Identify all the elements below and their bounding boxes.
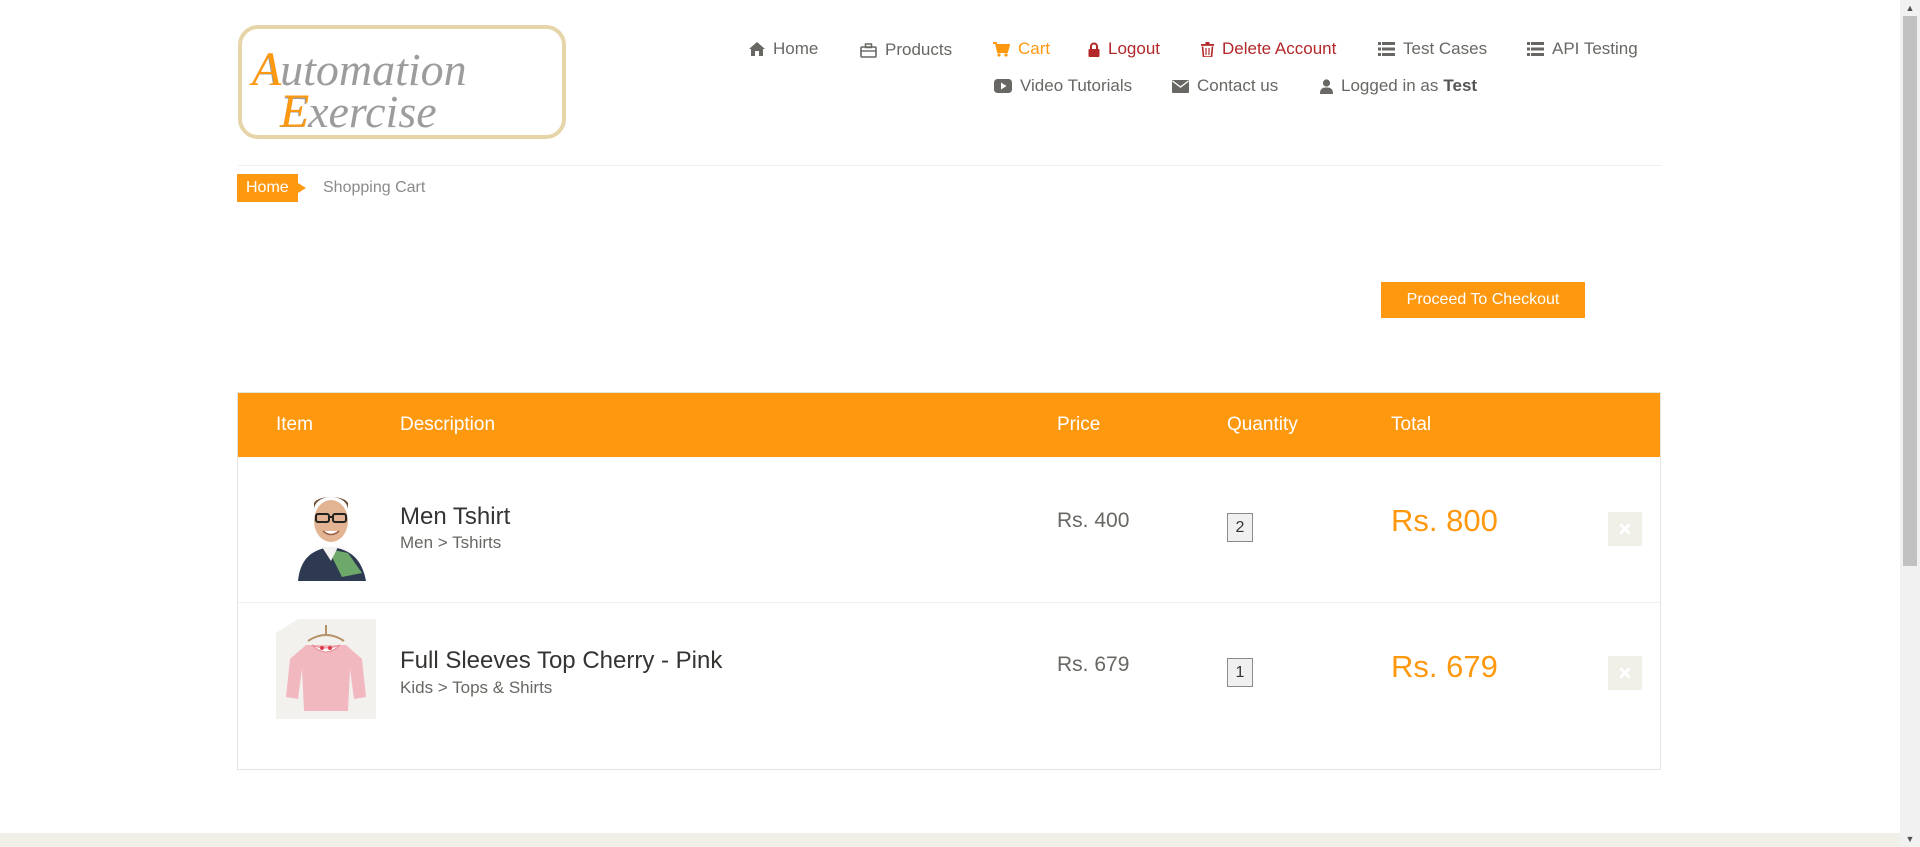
logo-letter-e: E <box>279 85 309 138</box>
nav-products[interactable]: Products <box>860 40 952 60</box>
scrollbar-thumb[interactable] <box>1903 16 1917 566</box>
cart-table: Item Description Price Quantity Total Me… <box>237 392 1661 770</box>
cart-row: Full Sleeves Top Cherry - Pink Kids > To… <box>238 603 1660 748</box>
briefcase-icon <box>860 42 877 58</box>
site-logo[interactable]: Automation Exercise A E <box>238 25 566 139</box>
nav-api-testing-label: API Testing <box>1552 39 1638 58</box>
quantity-button[interactable]: 2 <box>1227 513 1253 542</box>
scroll-down-arrow-icon[interactable]: ▼ <box>1900 831 1920 847</box>
nav-contact-us-label: Contact us <box>1197 76 1279 95</box>
header-price: Price <box>1057 414 1101 435</box>
logged-in-username: Test <box>1443 76 1478 95</box>
nav-delete-account[interactable]: Delete Account <box>1201 39 1336 59</box>
nav-logout-label: Logout <box>1108 39 1160 58</box>
breadcrumb-current: Shopping Cart <box>323 179 426 196</box>
nav-video-tutorials-label: Video Tutorials <box>1020 76 1133 95</box>
product-total: Rs. 800 <box>1391 503 1498 538</box>
nav-logout[interactable]: Logout <box>1088 39 1160 59</box>
cart-icon <box>993 41 1010 57</box>
user-icon <box>1320 78 1333 94</box>
nav-products-label: Products <box>885 40 953 59</box>
delete-item-button[interactable] <box>1608 656 1642 690</box>
product-price: Rs. 400 <box>1057 509 1130 532</box>
close-icon <box>1619 667 1631 679</box>
cart-table-header: Item Description Price Quantity Total <box>238 393 1660 457</box>
product-name[interactable]: Full Sleeves Top Cherry - Pink <box>400 647 722 675</box>
delete-item-button[interactable] <box>1608 512 1642 546</box>
home-icon <box>749 42 765 56</box>
logged-in-prefix: Logged in as <box>1341 76 1439 95</box>
nav-logged-in-as: Logged in as Test <box>1320 76 1477 96</box>
logo-letter-a: A <box>249 43 282 96</box>
quantity-button[interactable]: 1 <box>1227 658 1253 687</box>
nav-contact-us[interactable]: Contact us <box>1172 76 1278 96</box>
nav-api-testing[interactable]: API Testing <box>1527 39 1638 59</box>
product-category: Kids > Tops & Shirts <box>400 678 553 697</box>
lock-icon <box>1088 42 1100 57</box>
product-category: Men > Tshirts <box>400 533 502 552</box>
nav-cart-label: Cart <box>1018 39 1051 58</box>
list-icon <box>1527 42 1544 56</box>
nav-home-label: Home <box>773 39 819 58</box>
pink-top-photo-icon[interactable] <box>276 619 376 719</box>
breadcrumb-home[interactable]: Home <box>237 174 306 202</box>
nav-home[interactable]: Home <box>749 39 818 59</box>
envelope-icon <box>1172 79 1189 93</box>
nav-video-tutorials[interactable]: Video Tutorials <box>994 76 1132 96</box>
nav-delete-account-label: Delete Account <box>1222 39 1337 58</box>
header-description: Description <box>400 414 496 435</box>
list-icon <box>1378 42 1395 56</box>
proceed-to-checkout-button[interactable]: Proceed To Checkout <box>1381 282 1585 318</box>
header-total: Total <box>1391 414 1432 435</box>
trash-icon <box>1201 41 1214 57</box>
cart-row: Men Tshirt Men > Tshirts Rs. 400 2 Rs. 8… <box>238 457 1660 603</box>
header-item: Item <box>276 414 313 435</box>
header-divider <box>238 165 1662 166</box>
product-total: Rs. 679 <box>1391 649 1498 684</box>
nav-test-cases[interactable]: Test Cases <box>1378 39 1487 59</box>
nav-test-cases-label: Test Cases <box>1403 39 1488 58</box>
close-icon <box>1619 523 1631 535</box>
product-name[interactable]: Men Tshirt <box>400 503 510 531</box>
header-quantity: Quantity <box>1227 414 1298 435</box>
footer-strip <box>0 833 1900 847</box>
youtube-play-icon <box>994 79 1012 93</box>
product-price: Rs. 679 <box>1057 653 1130 676</box>
nav-cart[interactable]: Cart <box>993 39 1050 59</box>
scroll-up-arrow-icon[interactable]: ▲ <box>1900 0 1920 16</box>
man-tshirt-photo-icon[interactable] <box>276 481 376 581</box>
vertical-scrollbar[interactable]: ▲ ▼ <box>1900 0 1920 847</box>
